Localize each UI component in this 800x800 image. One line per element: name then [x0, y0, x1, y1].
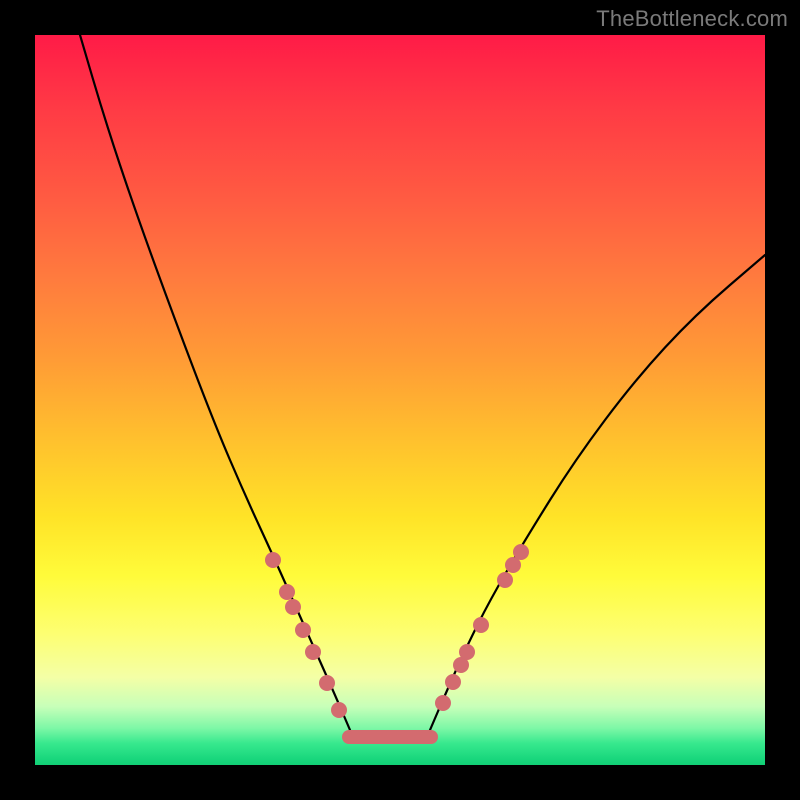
- highlight-dot: [331, 702, 347, 718]
- highlight-dot: [435, 695, 451, 711]
- plot-area: [35, 35, 765, 765]
- highlight-dot: [295, 622, 311, 638]
- highlight-dot: [319, 675, 335, 691]
- highlight-dot: [497, 572, 513, 588]
- highlight-dot: [265, 552, 281, 568]
- highlight-dots-group: [265, 544, 529, 718]
- right-branch-line: [430, 255, 765, 730]
- watermark-text: TheBottleneck.com: [596, 6, 788, 32]
- highlight-dot: [473, 617, 489, 633]
- curve-layer: [35, 35, 765, 765]
- highlight-dot: [513, 544, 529, 560]
- highlight-dot: [305, 644, 321, 660]
- highlight-dot: [279, 584, 295, 600]
- highlight-dot: [459, 644, 475, 660]
- highlight-dot: [285, 599, 301, 615]
- highlight-dot: [445, 674, 461, 690]
- chart-stage: TheBottleneck.com: [0, 0, 800, 800]
